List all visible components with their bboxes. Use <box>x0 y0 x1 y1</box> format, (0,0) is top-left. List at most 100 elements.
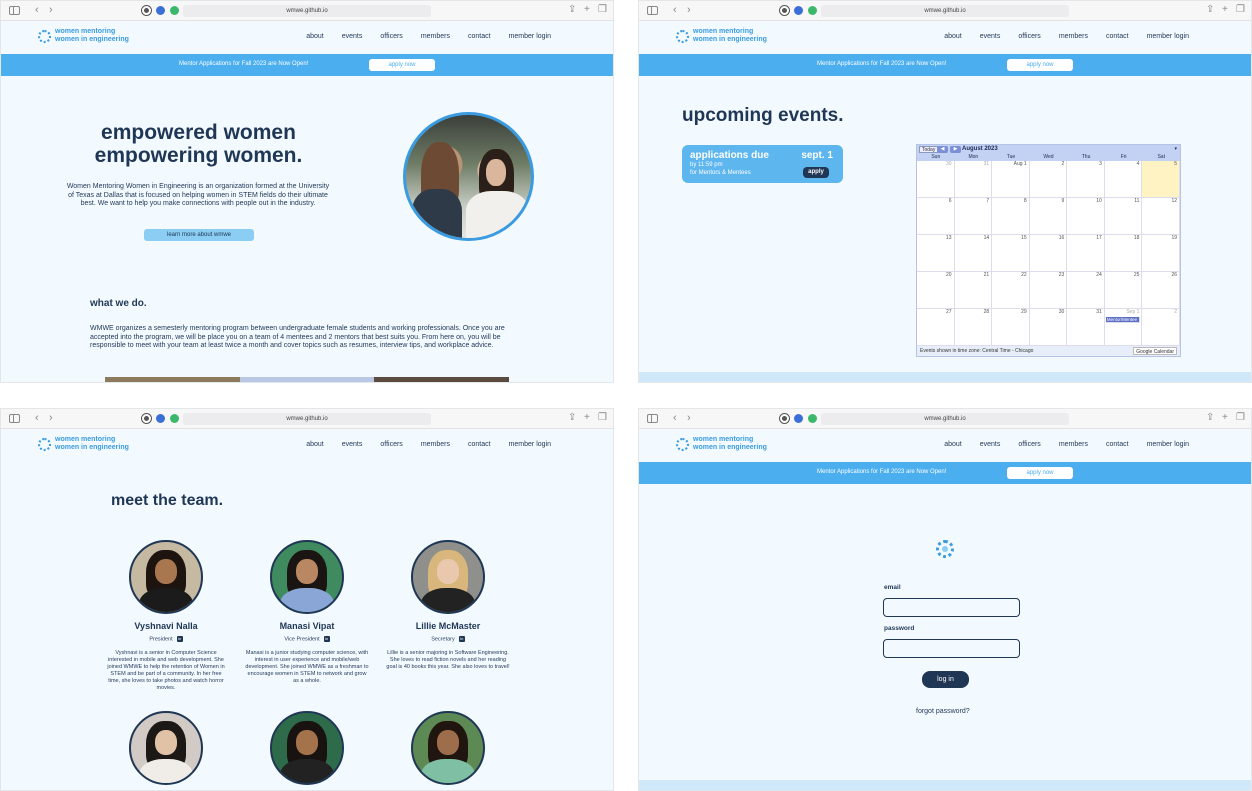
calendar-day-cell[interactable]: 6 <box>917 198 955 235</box>
calendar-today-button[interactable]: Today <box>919 146 939 153</box>
calendar-day-cell[interactable]: 7 <box>954 198 993 235</box>
calendar-day-cell[interactable]: 30 <box>1029 309 1068 346</box>
tabs-overview-icon[interactable]: ❐ <box>1236 4 1245 16</box>
tabs-overview-icon[interactable]: ❐ <box>598 412 607 424</box>
new-tab-icon[interactable]: + <box>1222 4 1228 16</box>
apply-now-button[interactable]: apply now <box>1007 59 1073 71</box>
event-apply-button[interactable]: apply <box>803 167 829 178</box>
nav-contact[interactable]: contact <box>1106 441 1129 448</box>
address-bar[interactable]: wmwe.github.io <box>821 5 1069 17</box>
nav-events[interactable]: events <box>980 33 1001 40</box>
calendar-day-cell[interactable]: 25 <box>1104 272 1143 309</box>
extension-icon[interactable] <box>156 414 165 423</box>
nav-about[interactable]: about <box>944 33 962 40</box>
calendar-day-cell[interactable]: 19 <box>1142 235 1180 272</box>
calendar-day-cell[interactable]: Sep 1 Mentor/Mentee <box>1104 309 1143 346</box>
calendar-day-cell[interactable]: 22 <box>992 272 1030 309</box>
nav-members[interactable]: members <box>1059 33 1088 40</box>
nav-events[interactable]: events <box>342 441 363 448</box>
calendar-day-cell[interactable]: 8 <box>992 198 1030 235</box>
extension-icon[interactable] <box>794 6 803 15</box>
forward-icon[interactable]: › <box>49 412 53 424</box>
login-button[interactable]: log in <box>922 671 969 688</box>
calendar-day-cell[interactable]: 4 <box>1104 161 1143 198</box>
sidebar-toggle-icon[interactable] <box>647 6 658 15</box>
apply-now-button[interactable]: apply now <box>1007 467 1073 479</box>
email-field[interactable] <box>883 598 1020 617</box>
calendar-day-cell[interactable]: 31 <box>1067 309 1105 346</box>
back-icon[interactable]: ‹ <box>673 412 677 424</box>
address-bar[interactable]: wmwe.github.io <box>821 413 1069 425</box>
calendar-day-cell[interactable]: 18 <box>1104 235 1143 272</box>
tabs-overview-icon[interactable]: ❐ <box>1236 412 1245 424</box>
calendar-day-cell[interactable]: 17 <box>1067 235 1105 272</box>
extension-icon[interactable] <box>808 6 817 15</box>
calendar-next-icon[interactable]: ▶ <box>950 146 961 153</box>
new-tab-icon[interactable]: + <box>1222 412 1228 424</box>
back-icon[interactable]: ‹ <box>35 412 39 424</box>
nav-contact[interactable]: contact <box>1106 33 1129 40</box>
nav-events[interactable]: events <box>980 441 1001 448</box>
extension-icon[interactable] <box>808 414 817 423</box>
calendar-day-cell[interactable]: 14 <box>954 235 993 272</box>
extension-icon[interactable] <box>142 414 151 423</box>
calendar-day-cell[interactable]: 24 <box>1067 272 1105 309</box>
nav-member-login[interactable]: member login <box>509 33 551 40</box>
calendar-day-cell[interactable]: 9 <box>1029 198 1068 235</box>
nav-members[interactable]: members <box>1059 441 1088 448</box>
new-tab-icon[interactable]: + <box>584 412 590 424</box>
nav-officers[interactable]: officers <box>380 33 402 40</box>
nav-about[interactable]: about <box>306 33 324 40</box>
linkedin-icon[interactable]: in <box>323 636 330 642</box>
calendar-day-cell[interactable]: 21 <box>954 272 993 309</box>
nav-members[interactable]: members <box>421 441 450 448</box>
calendar-day-cell[interactable]: 2 <box>1029 161 1068 198</box>
extension-icon[interactable] <box>142 6 151 15</box>
calendar-day-cell[interactable]: 27 <box>917 309 955 346</box>
site-logo[interactable]: women mentoring women in engineering <box>38 28 129 44</box>
share-icon[interactable]: ⇪ <box>1206 4 1214 16</box>
sidebar-toggle-icon[interactable] <box>647 414 658 423</box>
site-logo[interactable]: women mentoring women in engineering <box>676 28 767 44</box>
calendar-day-cell[interactable]: 10 <box>1067 198 1105 235</box>
calendar-day-cell[interactable]: 13 <box>917 235 955 272</box>
calendar-day-cell[interactable]: 20 <box>917 272 955 309</box>
calendar-day-cell[interactable]: 31 <box>954 161 993 198</box>
back-icon[interactable]: ‹ <box>35 4 39 16</box>
extension-icon[interactable] <box>170 414 179 423</box>
calendar-day-cell[interactable]: Aug 1 <box>992 161 1030 198</box>
linkedin-icon[interactable]: in <box>176 636 183 642</box>
extension-icon[interactable] <box>170 6 179 15</box>
extension-icon[interactable] <box>780 414 789 423</box>
extension-icon[interactable] <box>156 6 165 15</box>
address-bar[interactable]: wmwe.github.io <box>183 5 431 17</box>
forward-icon[interactable]: › <box>687 412 691 424</box>
nav-events[interactable]: events <box>342 33 363 40</box>
nav-officers[interactable]: officers <box>1018 441 1040 448</box>
back-icon[interactable]: ‹ <box>673 4 677 16</box>
extension-icon[interactable] <box>794 414 803 423</box>
site-logo[interactable]: women mentoring women in engineering <box>38 436 129 452</box>
nav-contact[interactable]: contact <box>468 441 491 448</box>
calendar-day-cell[interactable]: 16 <box>1029 235 1068 272</box>
address-bar[interactable]: wmwe.github.io <box>183 413 431 425</box>
share-icon[interactable]: ⇪ <box>568 4 576 16</box>
calendar-day-cell[interactable]: 15 <box>992 235 1030 272</box>
calendar-day-cell[interactable]: 28 <box>954 309 993 346</box>
calendar-day-cell[interactable]: 3 <box>1067 161 1105 198</box>
calendar-menu-icon[interactable]: ▾ <box>1174 146 1177 152</box>
share-icon[interactable]: ⇪ <box>1206 412 1214 424</box>
linkedin-icon[interactable]: in <box>458 636 465 642</box>
calendar-day-cell[interactable]: 11 <box>1104 198 1143 235</box>
nav-member-login[interactable]: member login <box>509 441 551 448</box>
learn-more-button[interactable]: learn more about wmwe <box>144 229 254 241</box>
calendar-day-cell[interactable]: 23 <box>1029 272 1068 309</box>
calendar-day-cell[interactable]: 5 <box>1142 161 1180 198</box>
password-field[interactable] <box>883 639 1020 658</box>
nav-members[interactable]: members <box>421 33 450 40</box>
new-tab-icon[interactable]: + <box>584 4 590 16</box>
nav-member-login[interactable]: member login <box>1147 33 1189 40</box>
nav-contact[interactable]: contact <box>468 33 491 40</box>
calendar-day-cell[interactable]: 12 <box>1142 198 1180 235</box>
nav-about[interactable]: about <box>306 441 324 448</box>
